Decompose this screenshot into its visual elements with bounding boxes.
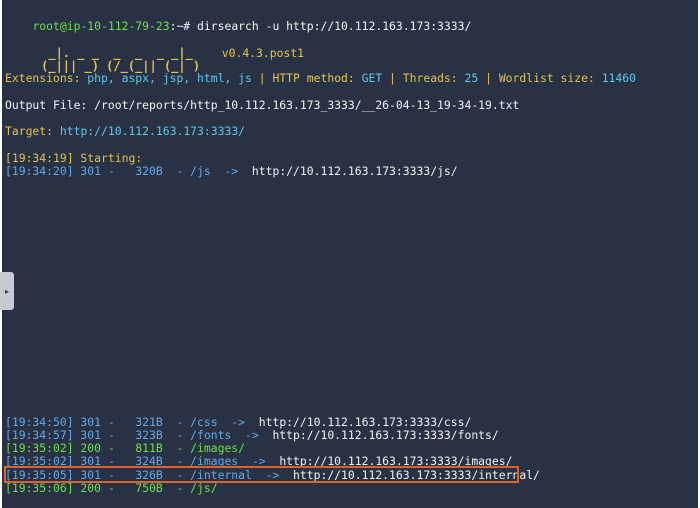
extensions-value: php, aspx, jsp, html, js <box>87 71 252 85</box>
result-entry: [19:34:57] 301 - 323B - /fonts -> <box>5 428 273 442</box>
banner-art-line-1: _|. _ _ _ _ _ _|_ v0.4.3.post1 <box>5 32 304 60</box>
result-line: [19:35:02] 200 - 811B - /images/ <box>5 441 245 455</box>
target-line: Target: http://10.112.163.173:3333/ <box>5 124 245 138</box>
separator: | <box>478 71 499 85</box>
redirect-url: http://10.112.163.173:3333/fonts/ <box>272 428 499 442</box>
command-prompt-line: root@ip-10-112-79-23:~# dirsearch -u htt… <box>5 5 471 33</box>
prompt-path: :~# <box>169 19 198 33</box>
result-entry: [19:35:02] 200 - 811B - /images/ <box>5 441 246 455</box>
result-entry: [19:34:20] 301 - 320B - /js -> <box>5 164 252 178</box>
target-url: http://10.112.163.173:3333/ <box>59 124 246 138</box>
separator: | <box>251 71 273 85</box>
redirect-url: http://10.112.163.173:3333/css/ <box>258 415 472 429</box>
result-entry: [19:34:50] 301 - 321B - /css -> <box>5 415 259 429</box>
result-line: [19:34:20] 301 - 320B - /js -> http://10… <box>5 164 458 178</box>
banner-art-line-2: (_||| _) (/_(_|| (_| ) <box>5 45 200 73</box>
chevron-right-icon: ▸ <box>4 286 9 296</box>
redirect-url: http://10.112.163.173:3333/js/ <box>251 164 458 178</box>
starting-line: [19:34:19] Starting: <box>5 151 150 165</box>
prompt-user-host: root@ip-10-112-79-23 <box>32 19 170 33</box>
result-entry: [19:35:06] 200 - 750B - /js/ <box>5 481 218 495</box>
http-method-value: GET <box>361 71 383 85</box>
target-label: Target: <box>5 124 60 138</box>
terminal-window[interactable]: root@ip-10-112-79-23:~# dirsearch -u htt… <box>2 0 698 508</box>
wordlist-label: Wordlist size: <box>498 71 602 85</box>
extensions-label: Extensions: <box>5 71 88 85</box>
config-line: Extensions: php, aspx, jsp, html, js | H… <box>5 71 636 85</box>
separator: | <box>382 71 403 85</box>
threads-label: Threads: <box>402 71 465 85</box>
result-line: [19:34:50] 301 - 321B - /css -> http://1… <box>5 415 471 429</box>
side-panel-handle[interactable]: ▸ <box>0 272 14 310</box>
output-file-line: Output File: /root/reports/http_10.112.1… <box>5 98 520 112</box>
http-method-label: HTTP method: <box>272 71 362 85</box>
result-line: [19:34:57] 301 - 323B - /fonts -> http:/… <box>5 428 499 442</box>
highlight-box <box>4 466 519 483</box>
command-text: dirsearch -u http://10.112.163.173:3333/ <box>197 19 472 33</box>
wordlist-value: 11460 <box>601 71 636 85</box>
result-line: [19:35:06] 200 - 750B - /js/ <box>5 481 218 495</box>
version-label: v0.4.3.post1 <box>221 46 305 60</box>
threads-value: 25 <box>464 71 479 85</box>
